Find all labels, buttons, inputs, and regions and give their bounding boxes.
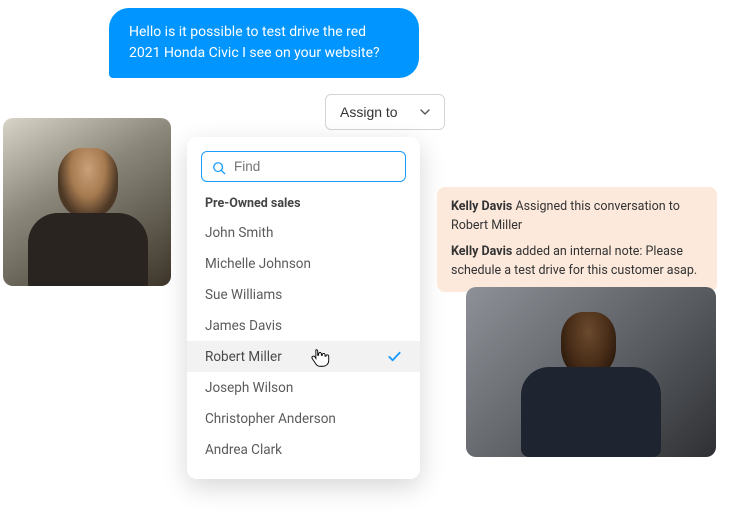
assign-to-button[interactable]: Assign to [325,94,445,130]
assign-to-label: Assign to [340,104,398,120]
dropdown-option[interactable]: Christopher Anderson [187,403,420,434]
note-author: Kelly Davis [451,244,512,259]
dropdown-options: John Smith Michelle Johnson Sue Williams Ja… [187,217,420,465]
dropdown-option[interactable]: Andrea Clark [187,434,420,465]
dropdown-option[interactable]: Joseph Wilson [187,372,420,403]
pointer-cursor-icon [309,347,331,369]
note-author: Kelly Davis [451,199,512,214]
option-label: Michelle Johnson [205,256,311,272]
dropdown-option[interactable]: Robert Miller [187,341,420,372]
search-input[interactable] [234,159,395,174]
search-icon [212,160,226,174]
dropdown-option[interactable]: John Smith [187,217,420,248]
dropdown-option[interactable]: Sue Williams [187,279,420,310]
dropdown-option[interactable]: James Davis [187,310,420,341]
customer-message-bubble: Hello is it possible to test drive the r… [109,8,419,78]
customer-photo [3,118,171,286]
activity-note-internal: Kelly Davis added an internal note: Plea… [437,232,717,292]
chevron-down-icon [420,107,430,117]
option-label: Robert Miller [205,349,282,365]
option-label: Joseph Wilson [205,380,293,396]
search-input-wrapper[interactable] [201,151,406,182]
option-label: Christopher Anderson [205,411,336,427]
option-label: Andrea Clark [205,442,282,458]
dropdown-option[interactable]: Michelle Johnson [187,248,420,279]
check-icon [387,349,402,364]
assign-dropdown: Pre-Owned sales John Smith Michelle Johns… [187,137,420,479]
option-label: Sue Williams [205,287,282,303]
option-label: John Smith [205,225,273,241]
dropdown-group-label: Pre-Owned sales [187,192,420,217]
customer-message-text: Hello is it possible to test drive the r… [129,24,380,61]
option-label: James Davis [205,318,282,334]
agent-photo [466,287,716,457]
